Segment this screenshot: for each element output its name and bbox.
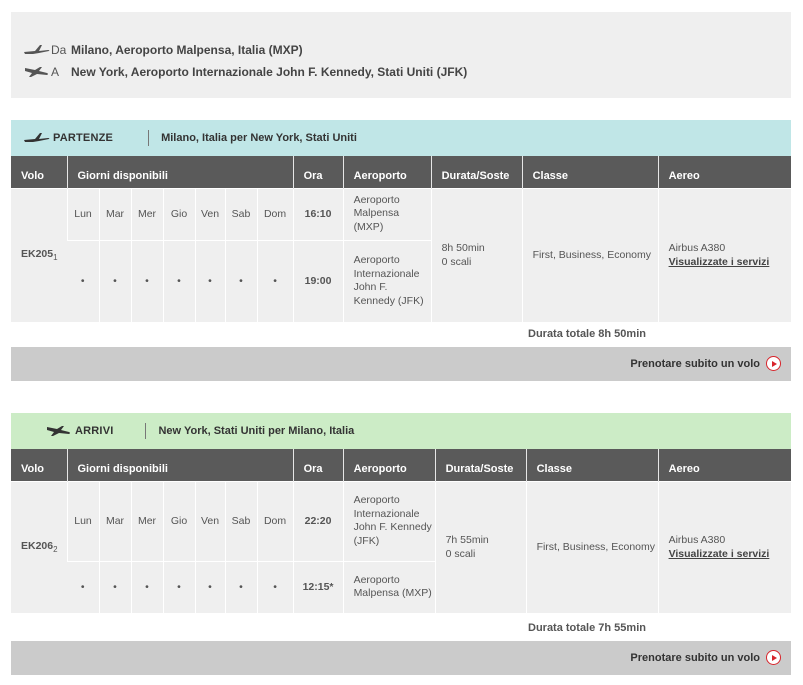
book-bar: Prenotare subito un volo (11, 347, 791, 381)
divider (148, 130, 150, 146)
route-from: Da Milano, Aeroporto Malpensa, Italia (M… (23, 41, 303, 59)
duration-stops: 7h 55min 0 scali (434, 480, 527, 613)
col-classe: Classe (525, 449, 659, 481)
day-label: Dom (256, 480, 294, 561)
day-available-dot: • (224, 239, 257, 322)
day-label: Mar (98, 480, 131, 561)
departures-header: PARTENZE Milano, Italia per New York, St… (11, 120, 791, 156)
divider (145, 423, 147, 439)
col-aeroporto: Aeroporto (342, 449, 436, 481)
landing-plane-icon (23, 65, 51, 79)
departure-time: 22:20 (292, 480, 344, 561)
travel-class: First, Business, Economy (521, 187, 659, 322)
col-durata: Durata/Soste (434, 449, 527, 481)
day-available-dot: • (162, 560, 195, 613)
aircraft-info: Airbus A380 Visualizzate i servizi (657, 480, 792, 613)
view-services-link[interactable]: Visualizzate i servizi (669, 255, 792, 269)
day-available-dot: • (130, 560, 163, 613)
col-volo: Volo (11, 156, 67, 188)
departure-airport: Aeroporto Internazionale John F. Kennedy… (342, 480, 436, 561)
section-title: New York, Stati Uniti per Milano, Italia (158, 425, 355, 437)
day-label: Dom (256, 187, 294, 240)
col-aereo: Aereo (657, 156, 792, 188)
day-available-dot: • (67, 239, 99, 322)
day-label: Lun (66, 187, 99, 240)
col-classe: Classe (521, 156, 659, 188)
col-aeroporto: Aeroporto (342, 156, 432, 188)
route-to: A New York, Aeroporto Internazionale Joh… (23, 63, 467, 81)
day-available-dot: • (224, 560, 257, 613)
col-durata: Durata/Soste (430, 156, 523, 188)
col-volo: Volo (11, 449, 67, 481)
destination-airport: New York, Aeroporto Internazionale John … (71, 65, 468, 79)
arrival-time: 12:15* (292, 560, 344, 613)
landing-plane-icon (45, 424, 75, 438)
day-available-dot: • (98, 239, 131, 322)
arrival-time: 19:00 (292, 239, 344, 322)
section-label: ARRIVI (75, 425, 114, 437)
day-available-dot: • (256, 239, 294, 322)
day-label: Gio (162, 187, 195, 240)
section-label: PARTENZE (53, 132, 114, 144)
day-available-dot: • (194, 239, 225, 322)
origin-airport: Milano, Aeroporto Malpensa, Italia (MXP) (71, 43, 303, 57)
total-duration: Durata totale 8h 50min (528, 328, 646, 340)
takeoff-plane-icon (23, 131, 53, 145)
route-summary: Da Milano, Aeroporto Malpensa, Italia (M… (11, 12, 791, 98)
day-label: Lun (66, 480, 99, 561)
day-label: Ven (194, 187, 225, 240)
arrow-right-icon (766, 650, 781, 665)
arrival-airport: Aeroporto Internazionale John F. Kennedy… (342, 239, 432, 322)
day-available-dot: • (162, 239, 195, 322)
arrivals-header: ARRIVI New York, Stati Uniti per Milano,… (11, 413, 791, 449)
arrow-right-icon (766, 356, 781, 371)
day-label: Sab (224, 480, 257, 561)
takeoff-plane-icon (23, 43, 51, 57)
book-flight-button[interactable]: Prenotare subito un volo (630, 650, 781, 665)
view-services-link[interactable]: Visualizzate i servizi (669, 547, 792, 561)
flight-number: EK2051 (11, 187, 67, 322)
day-available-dot: • (130, 239, 163, 322)
day-label: Ven (194, 480, 225, 561)
day-label: Mer (130, 480, 163, 561)
day-label: Mar (98, 187, 131, 240)
day-available-dot: • (256, 560, 294, 613)
duration-stops: 8h 50min 0 scali (430, 187, 523, 322)
day-available-dot: • (194, 560, 225, 613)
travel-class: First, Business, Economy (525, 480, 659, 613)
arrival-airport: Aeroporto Malpensa (MXP) (342, 560, 436, 613)
col-ora: Ora (292, 156, 344, 188)
col-giorni: Giorni disponibili (66, 156, 294, 188)
departure-airport: Aeroporto Malpensa (MXP) (342, 187, 432, 240)
flight-number: EK2062 (11, 480, 67, 613)
day-label: Sab (224, 187, 257, 240)
departure-time: 16:10 (292, 187, 344, 240)
col-giorni: Giorni disponibili (66, 449, 294, 481)
aircraft-info: Airbus A380 Visualizzate i servizi (657, 187, 792, 322)
day-available-dot: • (98, 560, 131, 613)
day-available-dot: • (67, 560, 99, 613)
arrivals-table: Volo Giorni disponibili Ora Aeroporto Du… (11, 449, 792, 613)
total-duration: Durata totale 7h 55min (528, 622, 646, 634)
col-aereo: Aereo (657, 449, 792, 481)
book-bar: Prenotare subito un volo (11, 641, 791, 675)
day-label: Gio (162, 480, 195, 561)
departures-table: Volo Giorni disponibili Ora Aeroporto Du… (11, 156, 792, 322)
col-ora: Ora (292, 449, 344, 481)
day-label: Mer (130, 187, 163, 240)
section-title: Milano, Italia per New York, Stati Uniti (161, 132, 357, 144)
book-flight-button[interactable]: Prenotare subito un volo (630, 356, 781, 371)
